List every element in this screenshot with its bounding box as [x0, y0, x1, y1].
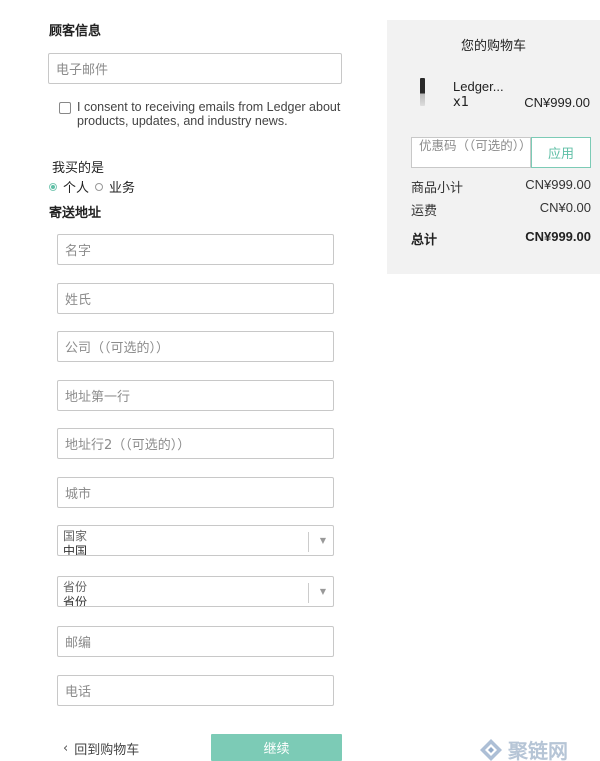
product-name: Ledger...: [453, 79, 504, 94]
country-select[interactable]: 国家 中国 ▼: [57, 525, 334, 556]
coupon-field[interactable]: 优惠码（（可选的））: [411, 137, 532, 168]
city-field[interactable]: 城市: [57, 477, 334, 508]
back-to-cart-link[interactable]: ‹ 回到购物车: [63, 739, 139, 758]
subtotal-row: 商品小计 CN¥999.00: [411, 177, 591, 196]
last-name-field[interactable]: 姓氏: [57, 283, 334, 314]
customer-info-title: 顾客信息: [49, 24, 102, 39]
phone-field[interactable]: 电话: [57, 675, 334, 706]
total-row: 总计 CN¥999.00: [411, 229, 591, 248]
continue-button[interactable]: 继续: [211, 734, 342, 761]
checkout-page: 顾客信息 电子邮件 I consent to receiving emails …: [0, 0, 600, 761]
consent-row: I consent to receiving emails from Ledge…: [59, 100, 359, 128]
first-name-field[interactable]: 名字: [57, 234, 334, 265]
email-field[interactable]: 电子邮件: [48, 53, 342, 84]
total-value: CN¥999.00: [525, 229, 591, 244]
watermark: 聚链网: [478, 735, 568, 761]
subtotal-label: 商品小计: [411, 181, 464, 196]
select-divider: [308, 532, 309, 552]
radio-business-label[interactable]: 业务: [109, 177, 135, 196]
province-select[interactable]: 省份 省份 ▼: [57, 576, 334, 607]
shipping-value: CN¥0.00: [539, 200, 591, 215]
buyer-type-radios: 个人 业务: [49, 177, 141, 196]
product-price: CN¥999.00: [524, 95, 590, 110]
shipping-label: 运费: [411, 204, 438, 219]
product-image: [420, 78, 425, 106]
country-value: 中国: [63, 544, 88, 556]
watermark-logo-icon: [480, 738, 502, 761]
cart-panel: 您的购物车 Ledger... x1 CN¥999.00 优惠码（（可选的）） …: [387, 20, 600, 274]
postcode-field[interactable]: 邮编: [57, 626, 334, 657]
buyer-type-label: 我买的是: [52, 161, 105, 176]
chevron-left-icon: ‹: [63, 741, 69, 756]
watermark-text: 聚链网: [508, 739, 568, 761]
radio-personal-label[interactable]: 个人: [63, 177, 89, 196]
total-label: 总计: [411, 233, 438, 248]
shipping-row: 运费 CN¥0.00: [411, 200, 591, 219]
product-quantity: x1: [453, 95, 469, 110]
consent-text: I consent to receiving emails from Ledge…: [77, 100, 341, 128]
address-line2-field[interactable]: 地址行2（（可选的））: [57, 428, 334, 459]
subtotal-value: CN¥999.00: [525, 177, 591, 192]
consent-checkbox[interactable]: [59, 102, 71, 114]
company-field[interactable]: 公司（（可选的））: [57, 331, 334, 362]
address-line1-field[interactable]: 地址第一行: [57, 380, 334, 411]
radio-business[interactable]: [95, 182, 104, 191]
select-divider: [308, 583, 309, 603]
chevron-down-icon[interactable]: ▼: [320, 536, 326, 545]
radio-personal[interactable]: [49, 182, 57, 191]
shipping-address-title: 寄送地址: [49, 206, 102, 221]
cart-title: 您的购物车: [460, 39, 526, 54]
apply-coupon-button[interactable]: 应用: [531, 137, 591, 168]
back-to-cart-label: 回到购物车: [74, 743, 140, 758]
province-value: 省份: [63, 595, 88, 607]
chevron-down-icon[interactable]: ▼: [320, 587, 326, 596]
